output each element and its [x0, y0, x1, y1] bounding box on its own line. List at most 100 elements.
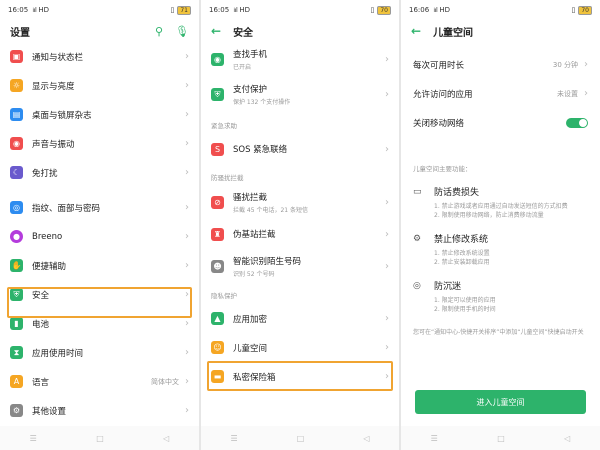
settings-list-top: ▣ 通知与状态栏 › ☼ 显示与亮度 › ▤ 桌面与锁屏杂志 › ◉ 声音与振动 › ☾ 免打扰 › [0, 42, 199, 187]
group-label-blocking: 防骚扰拦截 [211, 174, 244, 182]
feature-description: 2. 禁止安装卸载应用 [434, 259, 490, 266]
menu-nav-icon[interactable]: ☰ [431, 434, 438, 443]
lock-icon: ▲ [211, 312, 224, 325]
group-label-privacy: 隐私保护 [211, 292, 237, 300]
shield-icon: ⛨ [10, 288, 23, 301]
security-list-top: ◉ 查找手机 已开启 › ⛨ 支付保护 保护 132 个支付操作 › [201, 42, 399, 112]
list-item[interactable]: ⧗ 应用使用时间 › [0, 338, 199, 367]
home-nav-icon[interactable]: □ [497, 434, 505, 443]
list-item[interactable]: ⛨ 安全 › [0, 280, 199, 309]
back-arrow-icon[interactable]: ← [211, 24, 221, 38]
disable-mobile-network-row: 关闭移动网络 [401, 108, 600, 137]
feature-item: ⚙ 禁止修改系统 1. 禁止修改系统设置 2. 禁止安装卸载应用 [401, 232, 600, 267]
nav-bar: ☰ □ ◁ [201, 426, 399, 450]
microphone-icon[interactable]: 🎙 [175, 25, 189, 38]
list-item[interactable]: ♜ 伪基站拦截 › [201, 218, 399, 250]
speaker-icon: ◉ [10, 137, 23, 150]
chevron-right-icon: › [185, 202, 189, 213]
home-nav-icon[interactable]: □ [96, 434, 104, 443]
intro-text: 儿童空间主要功能： [413, 165, 472, 173]
status-time: 16:06 [409, 6, 430, 14]
moon-icon: ☾ [10, 166, 23, 179]
signal-icon: ⁞ıl [233, 6, 238, 14]
chevron-right-icon: › [385, 371, 389, 382]
hand-icon: ✋ [10, 259, 23, 272]
home-nav-icon[interactable]: □ [297, 434, 305, 443]
list-item[interactable]: ☺ 儿童空间 › [201, 333, 399, 362]
chevron-right-icon: › [385, 196, 389, 208]
mobile-network-toggle[interactable] [566, 117, 588, 128]
list-item[interactable]: ☻ 智能识别陌生号码 识别 52 个号码 › [201, 250, 399, 282]
status-bar: 16:06 ⁞ıl HD ▯ 70 [401, 0, 600, 20]
vibrate-icon: ▯ [370, 6, 375, 14]
chevron-right-icon: › [185, 109, 189, 120]
security-list-block: ⊘ 骚扰拦截 拦截 45 个电话，21 条短信 › ♜ 伪基站拦截 › ☻ 智能识别陌生号码 识别… [201, 186, 399, 282]
back-nav-icon[interactable]: ◁ [564, 434, 570, 443]
item-label: 显示与亮度 [32, 81, 75, 92]
child-icon: ☺ [211, 341, 224, 354]
list-item[interactable]: ◉ 查找手机 已开启 › [201, 42, 399, 77]
list-item[interactable]: ● Breeno › [0, 222, 199, 251]
chevron-right-icon: › [385, 54, 389, 65]
list-item[interactable]: ▲ 应用加密 › [201, 304, 399, 333]
list-item[interactable]: ⚙ 其他设置 › [0, 396, 199, 425]
payshield-icon: ⛨ [211, 88, 224, 101]
list-item[interactable]: A 语言 简体中文 › [0, 367, 199, 396]
list-item[interactable]: ▤ 桌面与锁屏杂志 › [0, 100, 199, 129]
usage-duration-row[interactable]: 每次可用时长 30 分钟 › [401, 50, 600, 79]
item-label: 免打扰 [32, 168, 58, 179]
person-icon: ☻ [211, 259, 224, 273]
kids-space-panel: 16:06 ⁞ıl HD ▯ 70 ← 儿童空间 每次可用时长 30 分钟 › … [401, 0, 600, 450]
vibrate-icon: ▯ [571, 6, 576, 14]
list-item[interactable]: S SOS 紧急联络 › [201, 134, 399, 164]
chevron-right-icon: › [185, 231, 189, 242]
item-label: Breeno [32, 231, 63, 242]
list-item[interactable]: ☼ 显示与亮度 › [0, 71, 199, 100]
feature-item: ▭ 防话费损失 1. 禁止游戏或者应用通过自动发送短信的方式扣费 2. 限制使用移动网… [401, 185, 600, 220]
battery-icon: ▮ [10, 317, 23, 330]
item-label: 便捷辅助 [32, 261, 67, 272]
chevron-right-icon: › [584, 59, 588, 70]
list-item[interactable]: ▣ 通知与状态栏 › [0, 42, 199, 71]
list-item[interactable]: ◉ 声音与振动 › [0, 129, 199, 158]
list-item[interactable]: ⊘ 骚扰拦截 拦截 45 个电话，21 条短信 › [201, 186, 399, 218]
item-subtitle: 拦截 45 个电话，21 条短信 [233, 206, 308, 214]
allowed-apps-row[interactable]: 允许访问的应用 未设置 › [401, 79, 600, 108]
page-header: ← 安全 [201, 20, 399, 42]
gear-icon: ⚙ [10, 404, 23, 417]
menu-nav-icon[interactable]: ☰ [30, 434, 37, 443]
battery-icon: 71 [177, 5, 191, 15]
back-nav-icon[interactable]: ◁ [163, 434, 169, 443]
vibrate-icon: ▯ [170, 6, 175, 14]
search-icon[interactable]: ⚲ [155, 25, 163, 38]
chevron-right-icon: › [185, 51, 189, 62]
enter-kids-space-button[interactable]: 进入儿童空间 [415, 390, 586, 414]
list-item[interactable]: ◎ 指纹、面部与密码 › [0, 193, 199, 222]
list-item[interactable]: ⛨ 支付保护 保护 132 个支付操作 › [201, 77, 399, 112]
back-nav-icon[interactable]: ◁ [363, 434, 369, 443]
security-list-sos: S SOS 紧急联络 › [201, 134, 399, 164]
status-time: 16:05 [209, 6, 230, 14]
back-arrow-icon[interactable]: ← [411, 24, 421, 38]
menu-nav-icon[interactable]: ☰ [231, 434, 238, 443]
item-label: 声音与振动 [32, 139, 75, 150]
feature-item: ◎ 防沉迷 1. 限定可以使用的应用 2. 限制使用手机的时间 [401, 279, 600, 314]
list-item[interactable]: ▮ 电池 › [0, 309, 199, 338]
eye-icon: ◎ [413, 280, 421, 291]
feature-title: 防话费损失 [434, 188, 480, 198]
list-item[interactable]: ✋ 便捷辅助 › [0, 251, 199, 280]
security-panel: 16:05 ⁞ıl HD ▯ 70 ← 安全 ◉ 查找手机 已开启 › ⛨ 支付保护 保护 … [201, 0, 399, 450]
row-value: 30 分钟 [552, 60, 578, 69]
feature-description: 2. 限制使用手机的时间 [434, 306, 496, 313]
item-label: 伪基站拦截 [233, 230, 276, 240]
list-item[interactable]: ▬ 私密保险箱 › [201, 362, 399, 391]
list-item[interactable]: ☾ 免打扰 › [0, 158, 199, 187]
item-label: 查找手机 [233, 50, 268, 60]
settings-lock-icon: ⚙ [413, 233, 422, 244]
feature-description: 1. 禁止游戏或者应用通过自动发送短信的方式扣费 [434, 203, 568, 210]
item-label: 支付保护 [233, 85, 268, 95]
page-title: 设置 [10, 27, 30, 39]
status-bar: 16:05 ⁞ıl HD ▯ 71 [0, 0, 199, 20]
item-subtitle: 已开启 [233, 64, 252, 71]
picture-icon: ▤ [10, 108, 23, 121]
